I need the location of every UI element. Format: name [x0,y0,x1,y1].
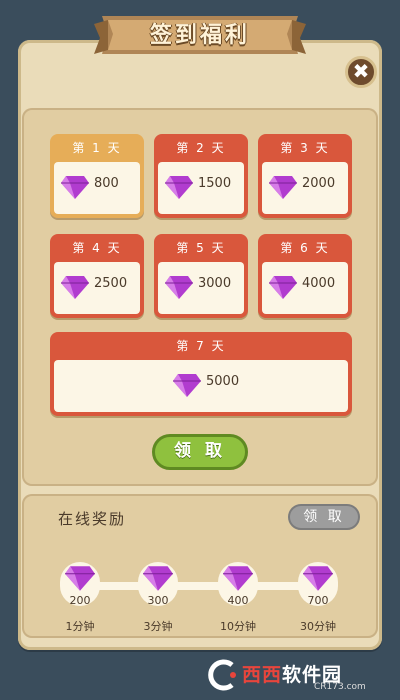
day-card-5[interactable]: 第 5 天 3000 [154,234,248,318]
day-label: 第 4 天 [72,241,122,255]
close-icon: ✖ [352,59,370,83]
gem-icon [61,276,89,299]
day-card-1[interactable]: 第 1 天 800 [50,134,144,218]
title-banner: 签到福利 [94,6,306,62]
sign-in-section: 第 1 天 800 第 2 天 1500 第 3 天 2000 第 4 天 25… [22,108,378,486]
gem-icon [65,566,95,591]
watermark: 西西软件园 CR173.com [206,656,390,694]
day-card-4[interactable]: 第 4 天 2500 [50,234,144,318]
reward-time: 10分钟 [220,620,256,633]
close-button[interactable]: ✖ [345,56,377,88]
reward-amount: 2500 [94,276,128,291]
reward-amount: 5000 [206,374,240,389]
reward-amount: 4000 [302,276,336,291]
gem-icon [61,176,89,199]
progress-track [78,582,318,590]
online-reward-title: 在线奖励 [58,510,127,528]
day-card-2[interactable]: 第 2 天 1500 [154,134,248,218]
day-card-6[interactable]: 第 6 天 4000 [258,234,352,318]
day-card-3[interactable]: 第 3 天 2000 [258,134,352,218]
gem-icon [173,374,201,397]
day-label: 第 7 天 [176,339,226,353]
gem-icon [223,566,253,591]
page-title: 签到福利 [149,23,250,48]
reward-amount: 700 [307,594,329,607]
day-label: 第 2 天 [176,141,226,155]
day-label: 第 3 天 [280,141,330,155]
online-claim-button[interactable]: 领 取 [288,504,360,530]
reward-time: 3分钟 [143,620,173,633]
claim-button[interactable]: 领 取 [152,434,248,470]
reward-amount: 200 [69,594,91,607]
gem-icon [165,176,193,199]
reward-amount: 2000 [302,176,336,191]
gem-icon [143,566,173,591]
reward-time: 1分钟 [65,620,95,633]
watermark-url: CR173.com [314,682,366,692]
reward-time: 30分钟 [300,620,336,633]
reward-amount: 3000 [198,276,232,291]
day-label: 第 1 天 [72,141,122,155]
reward-amount: 1500 [198,176,232,191]
reward-amount: 400 [227,594,249,607]
gem-icon [165,276,193,299]
online-reward-section: 在线奖励 领 取 200 300 400 700 1分钟 3分钟 10分钟 30… [22,494,378,638]
day-card-7[interactable]: 第 7 天 5000 [50,332,352,416]
reward-amount: 300 [147,594,169,607]
gem-icon [303,566,333,591]
gem-icon [269,176,297,199]
reward-amount: 800 [94,176,119,191]
gem-icon [269,276,297,299]
day-label: 第 6 天 [280,241,330,255]
day-label: 第 5 天 [176,241,226,255]
watermark-logo-icon [208,659,236,691]
